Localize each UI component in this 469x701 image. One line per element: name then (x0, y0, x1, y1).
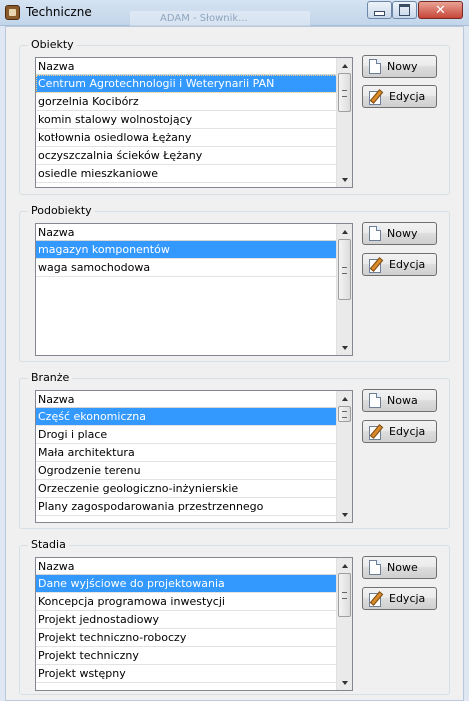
list-item[interactable]: oczyszczalnia ścieków Łężany (36, 147, 352, 165)
list-item[interactable]: Projekt techniczno-roboczy (36, 629, 352, 647)
column-header-nazwa[interactable]: Nazwa (36, 58, 352, 75)
vertical-scrollbar[interactable] (336, 391, 352, 522)
list-item[interactable]: Koncepcja programowa inwestycji (36, 593, 352, 611)
new-document-icon (369, 59, 381, 74)
scroll-down-icon[interactable] (337, 675, 352, 690)
edit-pencil-icon (369, 89, 383, 105)
list-item[interactable]: Orzeczenie geologiczno-inżynierskie (36, 480, 352, 498)
group-obiekty: Obiekty Nazwa Centrum Agrotechnologii i … (19, 38, 450, 195)
vertical-scrollbar[interactable] (336, 58, 352, 187)
list-item[interactable]: Plany zagospodarowania przestrzennego (36, 498, 352, 516)
new-stage-button[interactable]: Nowe (362, 556, 437, 579)
scroll-up-icon[interactable] (337, 391, 352, 406)
list-item[interactable]: waga samochodowa (36, 259, 352, 277)
vertical-scrollbar[interactable] (336, 558, 352, 690)
group-branze: Branże Nazwa Część ekonomiczna Drogi i p… (19, 371, 450, 529)
minimize-button[interactable] (367, 1, 392, 19)
scroll-thumb[interactable] (338, 406, 351, 422)
window-body: Obiekty Nazwa Centrum Agrotechnologii i … (5, 26, 464, 701)
group-label-obiekty: Obiekty (28, 38, 77, 51)
edit-subobject-button[interactable]: Edycja (362, 253, 437, 276)
scroll-thumb[interactable] (338, 239, 351, 300)
list-item[interactable]: Mała architektura (36, 444, 352, 462)
close-icon: ✕ (435, 2, 446, 18)
list-item[interactable]: Ogrodzenie terenu (36, 462, 352, 480)
new-document-icon (369, 226, 381, 241)
list-item[interactable]: kotłownia osiedlowa Łężany (36, 129, 352, 147)
column-header-nazwa[interactable]: Nazwa (36, 558, 352, 575)
new-object-button[interactable]: Nowy (362, 55, 437, 78)
scroll-thumb[interactable] (338, 73, 351, 112)
list-item[interactable]: Centrum Agrotechnologii i Weterynarii PA… (36, 75, 352, 93)
vertical-scrollbar[interactable] (336, 224, 352, 355)
list-item[interactable]: Projekt techniczny (36, 647, 352, 665)
column-header-nazwa[interactable]: Nazwa (36, 224, 352, 241)
edit-branch-button[interactable]: Edycja (362, 420, 437, 443)
group-stadia: Stadia Nazwa Dane wyjściowe do projektow… (19, 538, 450, 695)
new-document-icon (369, 560, 381, 575)
list-item[interactable]: Część ekonomiczna (36, 408, 352, 426)
scroll-up-icon[interactable] (337, 58, 352, 73)
list-item[interactable]: gorzelnia Kocibórz (36, 93, 352, 111)
group-label-podobiekty: Podobiekty (28, 204, 95, 217)
edit-pencil-icon (369, 257, 383, 273)
scroll-thumb[interactable] (338, 573, 351, 617)
list-podobiekty[interactable]: Nazwa magazyn komponentów waga samochodo… (35, 223, 353, 356)
scroll-down-icon[interactable] (337, 340, 352, 355)
list-item[interactable]: Projekt jednostadiowy (36, 611, 352, 629)
scroll-down-icon[interactable] (337, 172, 352, 187)
list-item[interactable]: magazyn komponentów (36, 241, 352, 259)
list-item[interactable]: komin stalowy wolnostojący (36, 111, 352, 129)
new-subobject-button[interactable]: Nowy (362, 222, 437, 245)
edit-stage-button[interactable]: Edycja (362, 587, 437, 610)
list-item[interactable]: osiedle mieszkaniowe (36, 165, 352, 183)
edit-pencil-icon (369, 591, 383, 607)
edit-object-button[interactable]: Edycja (362, 85, 437, 108)
app-icon (5, 5, 20, 20)
list-item[interactable]: Drogi i place (36, 426, 352, 444)
list-stadia[interactable]: Nazwa Dane wyjściowe do projektowania Ko… (35, 557, 353, 691)
background-window-title: ADAM - Słownik... (130, 11, 310, 27)
title-bar[interactable]: Techniczne ADAM - Słownik... ✕ (0, 0, 469, 27)
group-label-branze: Branże (28, 371, 73, 384)
list-obiekty[interactable]: Nazwa Centrum Agrotechnologii i Weteryna… (35, 57, 353, 188)
group-podobiekty: Podobiekty Nazwa magazyn komponentów wag… (19, 204, 450, 362)
scroll-up-icon[interactable] (337, 224, 352, 239)
edit-pencil-icon (369, 424, 383, 440)
list-item[interactable]: Projekt wstępny (36, 665, 352, 683)
list-item[interactable]: Dane wyjściowe do projektowania (36, 575, 352, 593)
group-label-stadia: Stadia (28, 538, 69, 551)
new-document-icon (369, 393, 381, 408)
new-branch-button[interactable]: Nowa (362, 389, 437, 412)
close-button[interactable]: ✕ (418, 1, 463, 19)
scroll-down-icon[interactable] (337, 507, 352, 522)
column-header-nazwa[interactable]: Nazwa (36, 391, 352, 408)
maximize-button[interactable] (392, 1, 417, 19)
list-branze[interactable]: Nazwa Część ekonomiczna Drogi i place Ma… (35, 390, 353, 523)
scroll-up-icon[interactable] (337, 558, 352, 573)
window-title: Techniczne (26, 5, 92, 19)
